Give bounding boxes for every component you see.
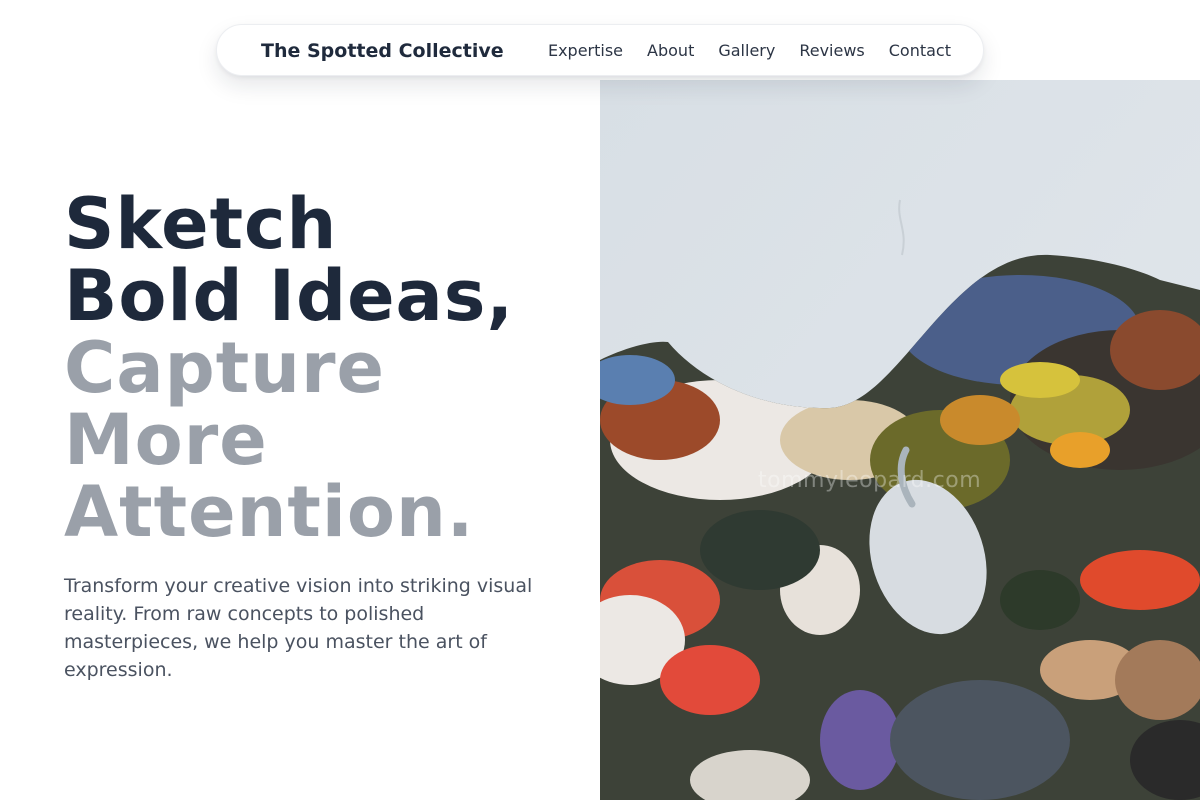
brand-logo[interactable]: The Spotted Collective (261, 39, 504, 63)
nav-link-contact[interactable]: Contact (889, 40, 951, 62)
hero-description: Transform your creative vision into stri… (64, 575, 533, 681)
nav-link-reviews[interactable]: Reviews (799, 40, 864, 62)
heading-line-3: Capture (64, 327, 386, 409)
paint-palette-illustration (600, 80, 1200, 800)
image-watermark: tommyleopard.com (758, 468, 982, 493)
top-navigation: The Spotted Collective Expertise About G… (216, 24, 984, 76)
nav-link-about[interactable]: About (647, 40, 694, 62)
heading-line-1: Sketch (64, 183, 338, 265)
nav-links: Expertise About Gallery Reviews Contact (548, 40, 951, 62)
nav-link-gallery[interactable]: Gallery (718, 40, 775, 62)
landing-page: The Spotted Collective Expertise About G… (0, 0, 1200, 800)
heading-line-5: Attention. (64, 471, 475, 553)
paint-palette-image: tommyleopard.com (600, 80, 1200, 800)
heading-line-2: Bold Ideas, (64, 255, 515, 337)
hero-heading: Sketch Bold Ideas, Capture More Attentio… (64, 188, 514, 548)
heading-line-4: More (64, 399, 268, 481)
nav-link-expertise[interactable]: Expertise (548, 40, 623, 62)
